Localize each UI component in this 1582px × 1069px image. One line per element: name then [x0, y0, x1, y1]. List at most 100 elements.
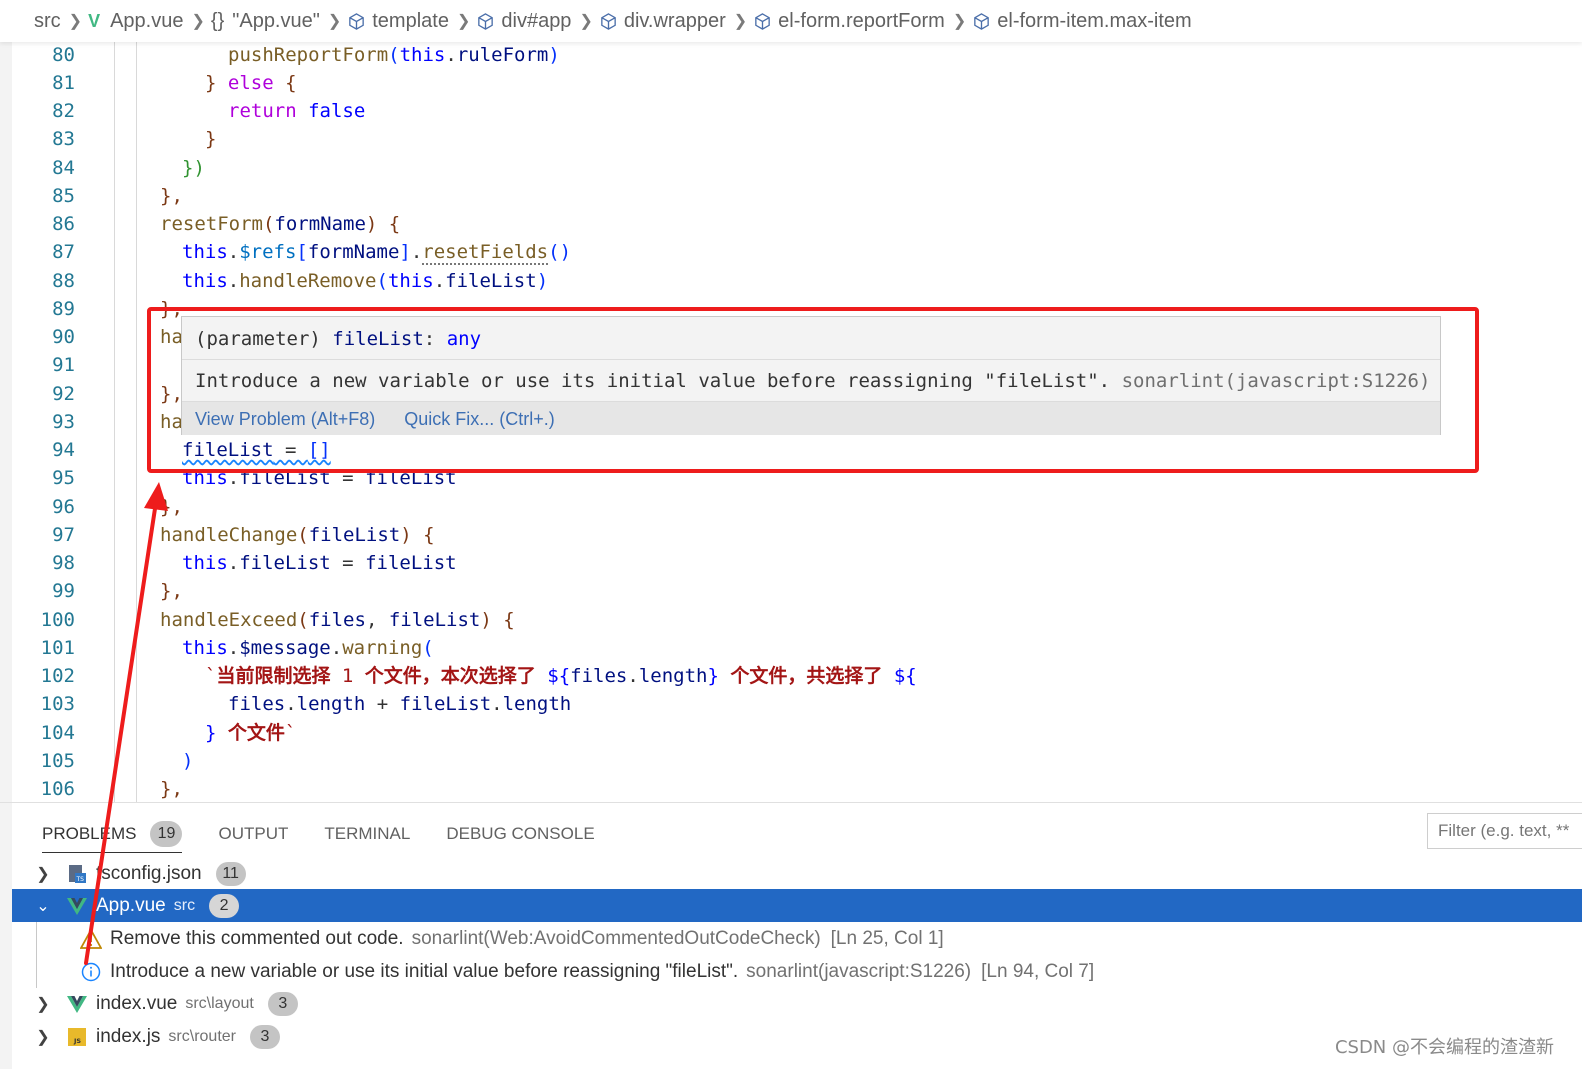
- tab-debug-console[interactable]: DEBUG CONSOLE: [446, 815, 594, 853]
- problem-file-row[interactable]: ❯ TS tsconfig.json 11: [12, 857, 1582, 890]
- token: this: [182, 467, 228, 489]
- line-number: 84: [52, 157, 75, 179]
- token: fileList: [365, 467, 457, 489]
- problem-item[interactable]: Introduce a new variable or use its init…: [12, 955, 1582, 988]
- breadcrumb-label: App.vue: [110, 9, 184, 32]
- token: fileList: [239, 467, 331, 489]
- code-line: 87 this.$refs[formName].resetFields(): [0, 238, 1582, 266]
- info-icon: [80, 961, 102, 983]
- file-name: index.vue: [96, 992, 178, 1014]
- token: false: [308, 100, 366, 122]
- view-problem-link[interactable]: View Problem (Alt+F8): [195, 409, 375, 429]
- token: pushReportForm: [228, 44, 389, 66]
- token: ,: [365, 609, 389, 631]
- code-line: 85},: [0, 182, 1582, 210]
- problem-file-row[interactable]: ❯ index.vue src\layout 3: [12, 987, 1582, 1020]
- token: =: [330, 467, 366, 489]
- problems-filter-input[interactable]: Filter (e.g. text, **: [1427, 813, 1582, 849]
- tab-terminal[interactable]: TERMINAL: [324, 815, 410, 853]
- token: ): [536, 270, 549, 292]
- breadcrumb-app-vue[interactable]: V App.vue: [88, 10, 183, 33]
- token: `: [284, 722, 297, 744]
- token: handleExceed: [160, 609, 298, 631]
- token: length: [638, 665, 708, 687]
- line-number: 96: [52, 496, 75, 518]
- breadcrumb-label: div#app: [501, 9, 572, 32]
- line-number: 100: [40, 609, 75, 631]
- token: [: [296, 241, 308, 263]
- token: files: [228, 693, 286, 715]
- line-number: 91: [52, 354, 75, 376]
- signature-type: any: [446, 328, 482, 350]
- tsconfig-icon: TS: [66, 863, 88, 885]
- breadcrumb-el-form-item[interactable]: el-form-item.max-item: [972, 9, 1192, 33]
- breadcrumb-el-form[interactable]: el-form.reportForm: [753, 10, 945, 33]
- breadcrumb-div-app[interactable]: div#app: [476, 10, 571, 33]
- line-number: 88: [52, 270, 75, 292]
- token: ): [548, 44, 560, 66]
- file-problem-count: 2: [209, 893, 240, 918]
- line-number: 93: [52, 411, 75, 433]
- chevron-right-icon: ❯: [733, 13, 748, 30]
- token: =: [330, 552, 366, 574]
- breadcrumb-label: el-form-item.max-item: [997, 9, 1192, 32]
- breadcrumb-module[interactable]: {} "App.vue": [211, 10, 320, 33]
- breadcrumb-label: "App.vue": [232, 9, 320, 32]
- token: this: [387, 270, 434, 292]
- token: .: [285, 693, 297, 715]
- code-line: 95 this.fileList = fileList: [0, 464, 1582, 492]
- token: 个文件，本次选择了: [364, 665, 536, 687]
- token: []: [307, 439, 331, 461]
- token: handleChange: [160, 524, 298, 546]
- code-line: 104} 个文件`: [0, 719, 1582, 747]
- token: ${: [547, 665, 571, 687]
- token: .: [227, 241, 240, 263]
- problem-item[interactable]: Remove this commented out code. sonarlin…: [12, 922, 1582, 955]
- token: return: [228, 100, 297, 122]
- token: +: [365, 693, 400, 715]
- token: },: [160, 580, 183, 602]
- chevron-right-icon: ❯: [68, 13, 83, 30]
- token: fileList: [308, 524, 401, 546]
- token: ha: [160, 326, 183, 348]
- tab-output[interactable]: OUTPUT: [218, 815, 288, 853]
- hover-signature: (parameter) fileList: any: [182, 317, 1440, 359]
- token: }: [205, 128, 217, 150]
- svg-text:JS: JS: [73, 1037, 81, 1045]
- token: }): [182, 157, 205, 179]
- token: this: [182, 270, 228, 292]
- problem-source: sonarlint(javascript:S1226): [746, 960, 972, 982]
- breadcrumb-src[interactable]: src: [34, 10, 61, 33]
- quick-fix-link[interactable]: Quick Fix... (Ctrl+.): [404, 409, 555, 429]
- tree-guide: [36, 955, 37, 988]
- problem-position: [Ln 94, Col 7]: [981, 960, 1095, 982]
- breadcrumb-div-wrapper[interactable]: div.wrapper: [599, 10, 726, 33]
- csdn-watermark: CSDN @不会编程的渣渣新: [1334, 1037, 1554, 1058]
- code-line: 83}: [0, 125, 1582, 153]
- line-number: 101: [40, 637, 75, 659]
- code-line: 99},: [0, 577, 1582, 605]
- token: resetFields: [422, 241, 549, 265]
- problems-count-badge: 19: [150, 820, 183, 847]
- problem-message: Introduce a new variable or use its init…: [110, 960, 739, 982]
- js-icon: JS: [66, 1026, 88, 1048]
- token: ${: [893, 665, 917, 687]
- problem-file-row-selected[interactable]: ⌄ App.vue src 2: [12, 889, 1582, 922]
- hover-message-text: Introduce a new variable or use its init…: [195, 370, 1122, 392]
- file-name: App.vue: [96, 894, 166, 916]
- token: ): [182, 750, 194, 772]
- panel-edge: [0, 803, 12, 1069]
- token: (: [297, 609, 309, 631]
- token: length: [502, 693, 572, 715]
- code-line: 81} else {: [0, 69, 1582, 97]
- code-line: 94 fileList = []: [0, 436, 1582, 464]
- hover-message: Introduce a new variable or use its init…: [182, 359, 1440, 401]
- breadcrumb-label: div.wrapper: [623, 9, 726, 32]
- line-number: 89: [52, 298, 75, 320]
- tab-problems[interactable]: PROBLEMS 19: [42, 815, 183, 853]
- breadcrumb-template[interactable]: template: [347, 10, 449, 33]
- token: fileList: [239, 552, 331, 574]
